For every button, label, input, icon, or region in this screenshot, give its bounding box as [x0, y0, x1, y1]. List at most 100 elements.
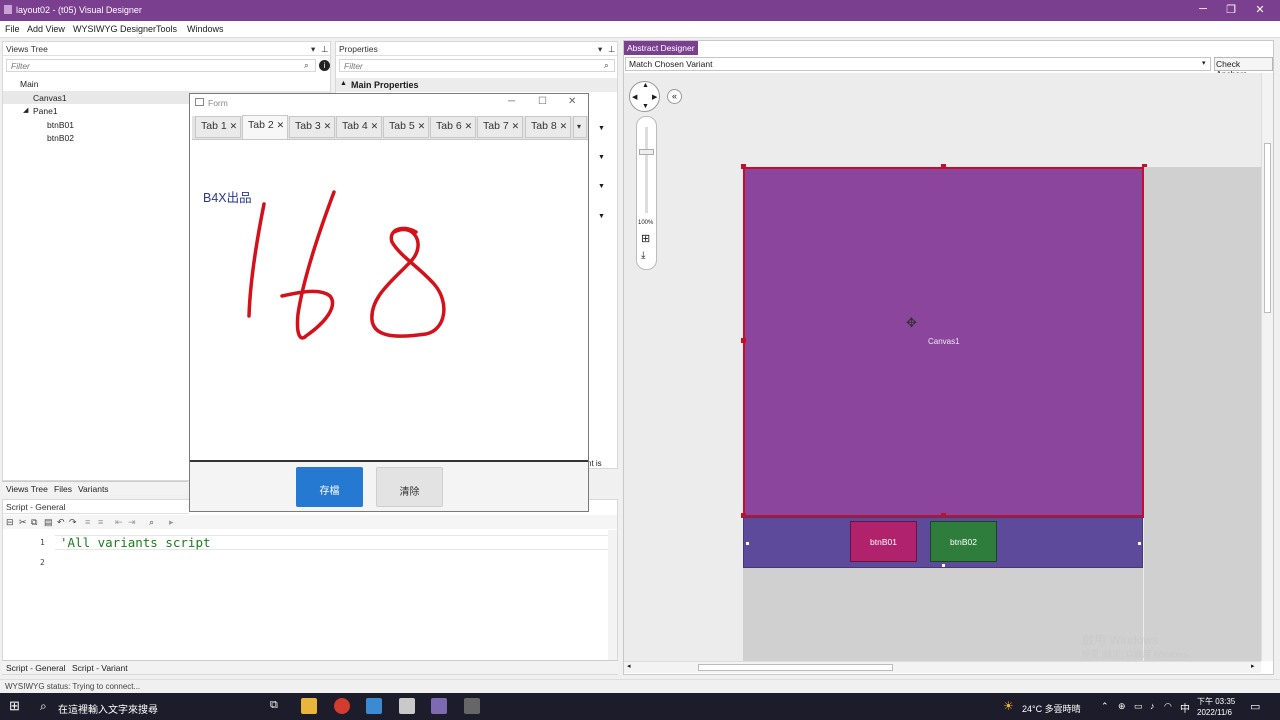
dropdown-icon[interactable]: ▼	[598, 125, 605, 132]
variant-select[interactable]: Match Chosen Variant ▾	[625, 57, 1211, 71]
comment-icon[interactable]: ≡	[85, 517, 90, 527]
tab-views-tree[interactable]: Views Tree	[6, 484, 48, 494]
maximize-icon[interactable]: ☐	[538, 96, 547, 107]
btnb02-view[interactable]: btnB02	[930, 521, 997, 562]
close-tab-icon[interactable]: ✕	[277, 120, 285, 130]
indent-icon[interactable]: ⊟	[6, 517, 14, 528]
notifications-icon[interactable]: ▭	[1250, 700, 1260, 713]
visual-designer-icon[interactable]	[464, 698, 480, 714]
tab-6[interactable]: Tab 6 ✕	[430, 116, 476, 138]
volume-icon[interactable]: ♪	[1150, 701, 1155, 711]
dropdown-icon[interactable]: ▾	[598, 44, 602, 55]
chrome-icon[interactable]	[334, 698, 350, 714]
menu-file[interactable]: File	[5, 24, 20, 34]
b4j-icon[interactable]	[431, 698, 447, 714]
menu-add-view[interactable]: Add View	[27, 24, 65, 34]
vertical-scrollbar[interactable]	[1261, 73, 1273, 661]
indent-right-icon[interactable]: ⇥	[128, 517, 136, 528]
save-button[interactable]: 存檔	[296, 467, 363, 507]
pan-left-icon[interactable]: ◀	[632, 93, 637, 101]
tree-item-btnb02[interactable]: btnB02	[47, 133, 74, 143]
tab-4[interactable]: Tab 4 ✕	[336, 116, 382, 138]
btnb01-view[interactable]: btnB01	[850, 521, 917, 562]
tree-item-pane1[interactable]: Pane1	[33, 106, 58, 116]
find-icon[interactable]: ⌕	[149, 517, 154, 528]
dropdown-icon[interactable]: ▼	[598, 154, 605, 161]
check-anchors-button[interactable]: Check Anchors	[1214, 57, 1273, 79]
collapse-panel-icon[interactable]: «	[667, 89, 682, 104]
pan-control[interactable]: ▲ ▼ ◀ ▶	[629, 81, 660, 112]
pin-icon[interactable]: ⊥	[608, 44, 615, 55]
wifi-icon[interactable]: ◠	[1164, 701, 1172, 712]
close-tab-icon[interactable]: ✕	[230, 121, 238, 131]
zoom-slider[interactable]: 100% ⊞ ⤓	[636, 116, 657, 270]
clock-time[interactable]: 下午 03:35	[1197, 696, 1235, 707]
tab-script-variant[interactable]: Script - Variant	[72, 663, 128, 673]
cut-icon[interactable]: ✂	[19, 517, 27, 528]
code-line[interactable]: 'All variants script	[60, 535, 211, 550]
menu-wysiwyg-designer[interactable]: WYSIWYG Designer	[73, 24, 156, 34]
canvas1-view[interactable]: Canvas1 ✥	[743, 167, 1144, 517]
close-tab-icon[interactable]: ✕	[371, 121, 379, 131]
zoom-thumb[interactable]	[639, 149, 654, 155]
outdent-icon[interactable]: ⇤	[115, 517, 123, 528]
tab-abstract-designer[interactable]: Abstract Designer	[624, 41, 698, 55]
close-tab-icon[interactable]: ✕	[324, 121, 332, 131]
display-icon[interactable]: ▭	[1134, 701, 1143, 712]
tab-1[interactable]: Tab 1 ✕	[195, 116, 241, 138]
windows-start-icon[interactable]: ⊞	[9, 698, 20, 714]
close-icon[interactable]: ✕	[568, 96, 576, 107]
run-icon[interactable]: ▸	[169, 517, 174, 528]
tree-item-main[interactable]: Main	[20, 79, 38, 89]
scroll-right-icon[interactable]: ▸	[1251, 662, 1255, 670]
tab-3[interactable]: Tab 3 ✕	[289, 116, 335, 138]
restore-icon[interactable]: ❐	[1221, 3, 1241, 16]
minimize-icon[interactable]: ─	[1193, 3, 1213, 15]
resize-handle[interactable]	[741, 338, 746, 343]
tab-7[interactable]: Tab 7 ✕	[477, 116, 523, 138]
menu-tools[interactable]: Tools	[156, 24, 177, 34]
copy-icon[interactable]: ⧉	[31, 517, 37, 528]
task-view-icon[interactable]: ⧉	[270, 699, 278, 712]
app-icon[interactable]	[366, 698, 382, 714]
dropdown-icon[interactable]: ▾	[311, 44, 315, 55]
drawing-canvas[interactable]	[230, 184, 470, 354]
menu-windows[interactable]: Windows	[187, 24, 224, 34]
dropdown-icon[interactable]: ▼	[598, 183, 605, 190]
chevron-up-icon[interactable]: ⌃	[1101, 701, 1109, 712]
views-tree-filter[interactable]: Filter ⌕	[6, 59, 316, 72]
scroll-thumb[interactable]	[698, 664, 893, 671]
tab-variants[interactable]: Variants	[78, 484, 109, 494]
pin-icon[interactable]: ⊥	[321, 44, 328, 55]
tab-script-general[interactable]: Script - General	[6, 663, 66, 673]
close-tab-icon[interactable]: ✕	[512, 121, 520, 131]
tab-5[interactable]: Tab 5 ✕	[383, 116, 429, 138]
clear-button[interactable]: 清除	[376, 467, 443, 507]
file-explorer-icon[interactable]	[301, 698, 317, 714]
tree-item-btnb01[interactable]: btnB01	[47, 120, 74, 130]
redo-icon[interactable]: ↷	[69, 517, 77, 528]
close-icon[interactable]: ✕	[1250, 3, 1270, 16]
tab-files[interactable]: Files	[54, 484, 72, 494]
close-tab-icon[interactable]: ✕	[560, 121, 568, 131]
ime-indicator[interactable]: 中	[1180, 700, 1190, 715]
scroll-left-icon[interactable]: ◂	[627, 662, 631, 670]
tab-2[interactable]: Tab 2 ✕	[242, 115, 288, 139]
horizontal-scrollbar[interactable]: ◂ ▸	[624, 661, 1261, 673]
info-icon[interactable]: i	[319, 60, 330, 71]
tab-overflow-button[interactable]: ▾	[573, 116, 587, 138]
expand-icon[interactable]: ◢	[23, 106, 28, 114]
scroll-thumb[interactable]	[1264, 143, 1271, 313]
tree-item-canvas1[interactable]: Canvas1	[33, 93, 67, 103]
minimize-icon[interactable]: ─	[508, 96, 515, 107]
clock-date[interactable]: 2022/11/6	[1197, 708, 1232, 717]
pan-up-icon[interactable]: ▲	[642, 82, 649, 89]
close-tab-icon[interactable]: ✕	[418, 121, 426, 131]
fit-screen-icon[interactable]: ⊞	[641, 232, 650, 245]
resize-handle[interactable]	[741, 164, 746, 169]
pan-right-icon[interactable]: ▶	[652, 93, 657, 101]
resize-handle[interactable]	[941, 164, 946, 169]
tab-8[interactable]: Tab 8 ✕	[525, 116, 571, 138]
pan-down-icon[interactable]: ▼	[642, 103, 649, 110]
weather-text[interactable]: 24°C 多雲時晴	[1022, 702, 1081, 715]
